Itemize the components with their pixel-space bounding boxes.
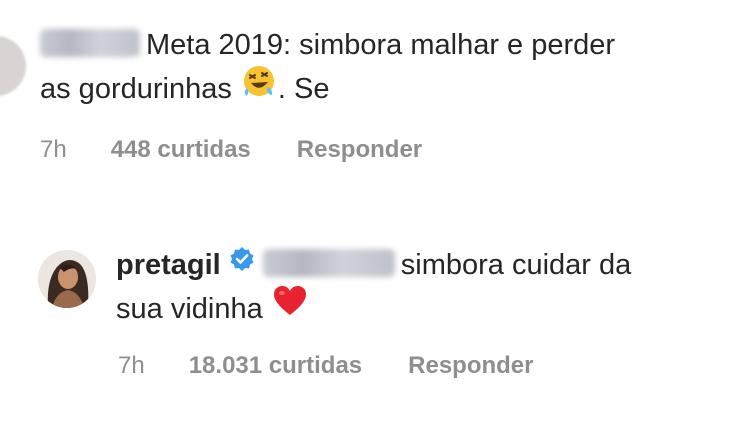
likes-count[interactable]: 18.031 curtidas <box>189 352 362 379</box>
avatar[interactable] <box>0 36 26 96</box>
verified-badge-icon <box>229 242 255 285</box>
red-heart-emoji-icon <box>273 285 307 330</box>
rolling-laughing-emoji-icon <box>242 64 276 111</box>
timestamp: 7h <box>40 136 67 163</box>
comment-text: pretagil simbora cuidar da sua vidinha <box>116 244 736 333</box>
comment-text: Meta 2019: simbora malhar e perder as go… <box>40 24 745 114</box>
blurred-username[interactable] <box>40 29 140 58</box>
avatar[interactable] <box>38 250 96 308</box>
timestamp: 7h <box>118 352 145 379</box>
comment-text-line2b: . Se <box>277 73 330 106</box>
comment-meta: 7h 448 curtidas Responder <box>40 136 422 164</box>
reply-button[interactable]: Responder <box>297 136 422 163</box>
username[interactable]: pretagil <box>116 249 221 281</box>
blurred-mention[interactable] <box>262 249 395 278</box>
likes-count[interactable]: 448 curtidas <box>111 136 251 163</box>
comment-text-line2a: as gordurinhas <box>40 73 232 106</box>
reply-button[interactable]: Responder <box>408 352 533 379</box>
comment-meta: 7h 18.031 curtidas Responder <box>118 352 534 380</box>
comment-text-line1: Meta 2019: simbora malhar e perder <box>146 29 616 61</box>
comment-text-line1: simbora cuidar da <box>400 249 632 281</box>
comment-text-line2: sua vidinha <box>116 293 263 325</box>
